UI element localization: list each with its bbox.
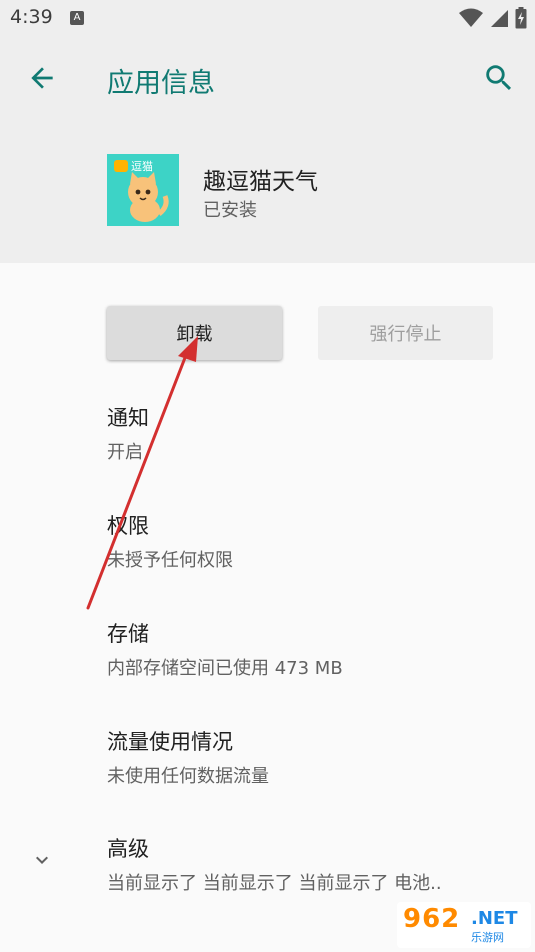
force-stop-button[interactable]: 强行停止 [318,306,493,360]
setting-summary: 当前显示了 当前显示了 当前显示了 电池.. [107,873,442,894]
setting-title: 通知 [107,406,149,430]
notification-icon: A [70,11,84,25]
setting-advanced[interactable]: 高级 当前显示了 当前显示了 当前显示了 电池.. [107,833,507,895]
setting-storage[interactable]: 存储 内部存储空间已使用 473 MB [107,618,507,680]
status-icons [459,7,527,29]
back-arrow-icon[interactable] [26,62,58,94]
cat-icon: 逗猫 [107,154,179,226]
setting-data-usage[interactable]: 流量使用情况 未使用任何数据流量 [107,726,507,788]
watermark-suffix: .NET [471,908,518,929]
watermark-number: 962 [403,904,461,934]
setting-title: 权限 [107,514,149,538]
setting-title: 流量使用情况 [107,730,233,754]
wifi-icon [459,8,483,27]
setting-notifications[interactable]: 通知 开启 [107,402,507,464]
setting-permissions[interactable]: 权限 未授予任何权限 [107,510,507,572]
app-info-header: 应用信息 逗猫 趣逗猫天气 已安装 [0,36,535,263]
cell-signal-icon [491,10,508,27]
search-icon[interactable] [482,61,516,95]
watermark-sub: 乐游网 [471,931,504,944]
app-install-status: 已安装 [203,200,257,221]
setting-summary: 内部存储空间已使用 473 MB [107,658,343,679]
status-bar: 4:39 A [0,0,535,36]
setting-title: 高级 [107,837,149,861]
app-icon-label: 逗猫 [131,160,153,173]
watermark-logo: 962 .NET 乐游网 [397,902,531,948]
setting-summary: 开启 [107,442,143,463]
battery-icon [515,7,527,29]
setting-title: 存储 [107,622,149,646]
chevron-down-icon[interactable] [30,848,54,872]
status-time: 4:39 [10,6,53,28]
app-icon: 逗猫 [107,154,179,226]
setting-summary: 未授予任何权限 [107,550,233,571]
page-title: 应用信息 [107,68,215,99]
uninstall-button[interactable]: 卸载 [107,306,282,360]
app-name: 趣逗猫天气 [203,169,318,195]
setting-summary: 未使用任何数据流量 [107,766,269,787]
